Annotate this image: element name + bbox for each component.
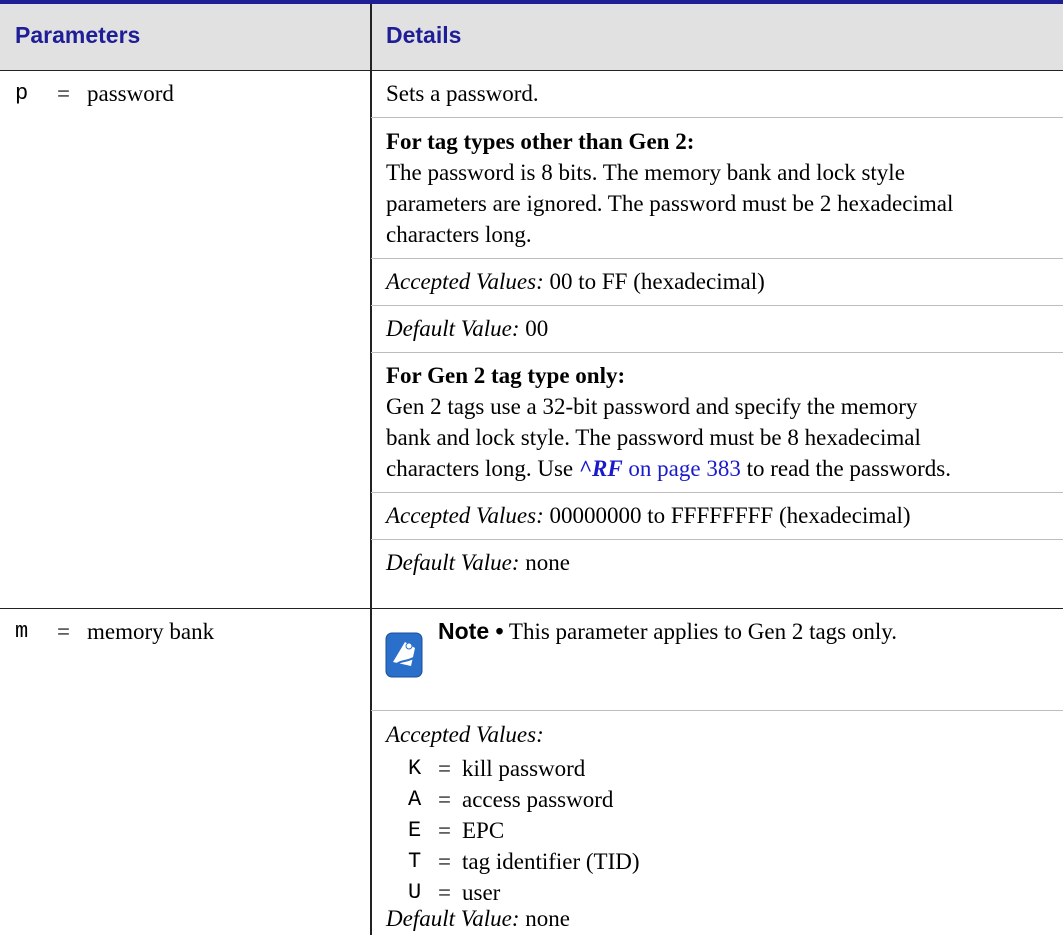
- row-separator: [371, 492, 1063, 493]
- rf-page-link[interactable]: ^RF on page 383: [579, 456, 741, 481]
- default-label: Default Value:: [386, 316, 520, 341]
- row-separator: [371, 539, 1063, 540]
- parameters-table: Parameters Details p = password Sets a p…: [0, 0, 1063, 935]
- param-eq-p: =: [57, 81, 70, 106]
- note-line: Note • This parameter applies to Gen 2 t…: [438, 616, 897, 647]
- gen1-accepted-values: Accepted Values: 00 to FF (hexadecimal): [386, 266, 765, 297]
- default-value: none: [525, 906, 570, 931]
- gen2-line: Gen 2 tags use a 32-bit password and spe…: [386, 394, 918, 419]
- value-code: T: [408, 849, 422, 874]
- value-eq: =: [438, 787, 451, 812]
- value-code: A: [408, 787, 422, 812]
- accepted-value: 00000000 to FFFFFFFF (hexadecimal): [549, 503, 911, 528]
- row-separator: [371, 352, 1063, 353]
- default-label: Default Value:: [386, 550, 520, 575]
- accepted-value: 00 to FF (hexadecimal): [549, 269, 765, 294]
- rf-page-ref[interactable]: on page 383: [623, 456, 740, 481]
- default-label: Default Value:: [386, 906, 520, 931]
- gen1-heading: For tag types other than Gen 2:: [386, 129, 695, 154]
- note-pad-icon: [385, 632, 423, 678]
- accepted-label: Accepted Values:: [386, 269, 544, 294]
- note-label: Note •: [438, 618, 504, 644]
- gen2-default-value: Default Value: none: [386, 547, 570, 578]
- value-desc: EPC: [462, 818, 505, 843]
- value-code: E: [408, 818, 422, 843]
- value-eq: =: [438, 818, 451, 843]
- note-text: This parameter applies to Gen 2 tags onl…: [508, 619, 898, 644]
- row-divider: [0, 608, 1063, 609]
- accepted-label: Accepted Values:: [386, 722, 544, 747]
- row-separator: [371, 258, 1063, 259]
- accepted-label: Accepted Values:: [386, 503, 544, 528]
- gen2-line-text: to read the passwords.: [740, 456, 951, 481]
- value-code: K: [408, 756, 422, 781]
- param-eq-m: =: [57, 619, 70, 644]
- gen2-line-text: characters long. Use: [386, 456, 579, 481]
- param-name-memory-bank: memory bank: [87, 619, 215, 644]
- default-value: none: [525, 550, 570, 575]
- param-code-p: p: [15, 81, 29, 106]
- table-header: Parameters Details: [0, 0, 1063, 70]
- gen1-line: parameters are ignored. The password mus…: [386, 191, 954, 216]
- row-separator: [371, 710, 1063, 711]
- value-desc: tag identifier (TID): [462, 849, 640, 874]
- gen2-accepted-values: Accepted Values: 00000000 to FFFFFFFF (h…: [386, 500, 911, 531]
- rf-command[interactable]: ^RF: [579, 456, 623, 481]
- header-details: Details: [386, 22, 462, 48]
- column-divider: [370, 4, 372, 935]
- gen2-line: characters long. Use ^RF on page 383 to …: [386, 453, 951, 484]
- password-intro: Sets a password.: [386, 81, 539, 106]
- gen1-line: The password is 8 bits. The memory bank …: [386, 160, 905, 185]
- header-divider: [0, 70, 1063, 71]
- param-name-password: password: [87, 81, 174, 106]
- value-desc: kill password: [462, 756, 586, 781]
- gen2-heading: For Gen 2 tag type only:: [386, 363, 626, 388]
- memory-default-value: Default Value: none: [386, 903, 570, 934]
- param-code-m: m: [15, 619, 29, 644]
- header-parameters: Parameters: [15, 22, 141, 48]
- row-separator: [371, 305, 1063, 306]
- value-eq: =: [438, 849, 451, 874]
- gen1-line: characters long.: [386, 222, 532, 247]
- default-value: 00: [525, 316, 549, 341]
- value-eq: =: [438, 756, 451, 781]
- gen1-default-value: Default Value: 00: [386, 313, 548, 344]
- value-desc: access password: [462, 787, 614, 812]
- row-separator: [371, 117, 1063, 118]
- gen2-line: bank and lock style. The password must b…: [386, 425, 921, 450]
